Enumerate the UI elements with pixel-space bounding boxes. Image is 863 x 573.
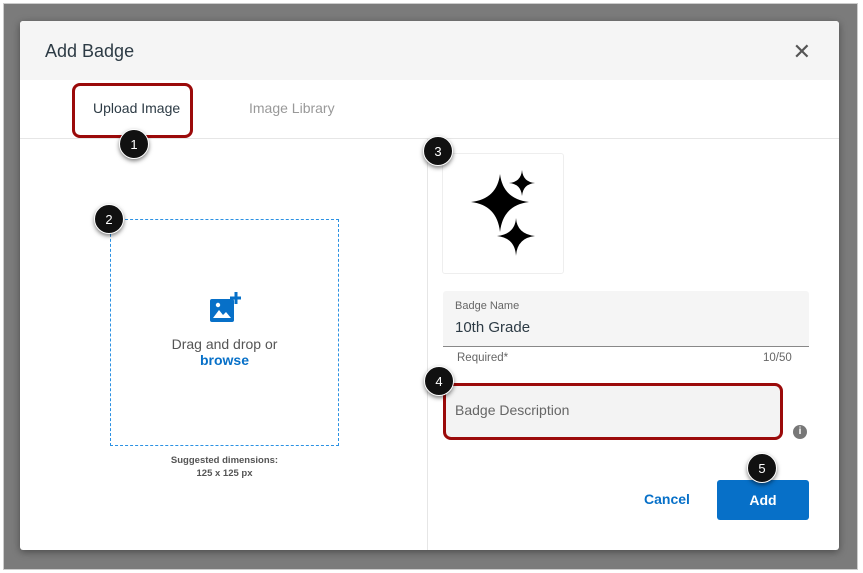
dialog-header: Add Badge ✕ bbox=[20, 21, 839, 80]
dialog-title: Add Badge bbox=[45, 41, 135, 61]
character-count: 10/50 bbox=[763, 352, 792, 364]
badge-description-placeholder: Badge Description bbox=[455, 402, 570, 418]
badge-preview bbox=[442, 153, 564, 274]
callout-2: 2 bbox=[94, 204, 124, 234]
badge-description-input[interactable]: Badge Description bbox=[443, 383, 783, 440]
badge-name-label: Badge Name bbox=[455, 300, 520, 312]
cancel-button[interactable]: Cancel bbox=[644, 491, 690, 507]
sparkles-icon bbox=[471, 170, 535, 256]
callout-4: 4 bbox=[424, 366, 454, 396]
image-dropzone[interactable]: Drag and drop or browse bbox=[110, 219, 339, 446]
badge-name-field[interactable]: Badge Name 10th Grade bbox=[443, 291, 809, 347]
callout-5: 5 bbox=[747, 453, 777, 483]
required-hint: Required* bbox=[457, 352, 509, 364]
badge-name-input[interactable]: 10th Grade bbox=[455, 319, 530, 336]
close-icon[interactable]: ✕ bbox=[793, 39, 811, 65]
callout-1: 1 bbox=[119, 129, 149, 159]
info-icon[interactable]: i bbox=[793, 425, 807, 439]
drag-drop-text: Drag and drop or bbox=[171, 336, 278, 352]
suggested-dimensions: Suggested dimensions: 125 x 125 px bbox=[110, 454, 339, 480]
browse-link[interactable]: browse bbox=[111, 352, 338, 368]
tab-image-library[interactable]: Image Library bbox=[249, 100, 335, 116]
dimensions-value: 125 x 125 px bbox=[196, 468, 253, 479]
add-image-icon bbox=[209, 292, 242, 324]
suggested-label: Suggested dimensions: bbox=[170, 455, 279, 466]
add-button[interactable]: Add bbox=[717, 480, 809, 520]
callout-3: 3 bbox=[423, 136, 453, 166]
column-divider bbox=[427, 139, 428, 550]
